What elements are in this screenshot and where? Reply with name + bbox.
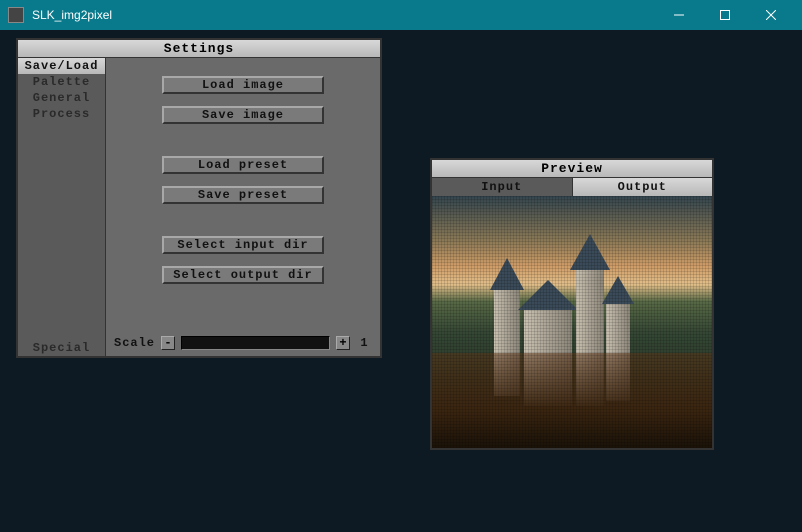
scale-value: 1 [356,336,372,350]
preview-title: Preview [432,160,712,178]
settings-main: Load image Save image Load preset Save p… [106,58,380,356]
close-button[interactable] [748,0,794,30]
preview-image [432,196,712,448]
scale-row: Scale - + 1 [114,336,372,350]
window-title: SLK_img2pixel [32,8,656,22]
settings-sidebar: Save/Load Palette General Process Specia… [18,58,106,356]
minimize-button[interactable] [656,0,702,30]
preview-panel: Preview Input Output [430,158,714,450]
app-icon [8,7,24,23]
workspace: Settings Save/Load Palette General Proce… [0,30,802,532]
sidebar-item-palette[interactable]: Palette [18,74,105,90]
settings-title: Settings [18,40,380,58]
scale-plus-button[interactable]: + [336,336,350,350]
scale-slider[interactable] [181,336,330,350]
save-preset-button[interactable]: Save preset [162,186,324,204]
tab-input[interactable]: Input [432,178,573,196]
load-preset-button[interactable]: Load preset [162,156,324,174]
sidebar-item-save-load[interactable]: Save/Load [18,58,105,74]
sidebar-item-general[interactable]: General [18,90,105,106]
maximize-button[interactable] [702,0,748,30]
select-input-dir-button[interactable]: Select input dir [162,236,324,254]
load-image-button[interactable]: Load image [162,76,324,94]
sidebar-item-special[interactable]: Special [18,340,105,356]
tab-output[interactable]: Output [573,178,713,196]
select-output-dir-button[interactable]: Select output dir [162,266,324,284]
window-titlebar: SLK_img2pixel [0,0,802,30]
settings-panel: Settings Save/Load Palette General Proce… [16,38,382,358]
scale-label: Scale [114,336,155,350]
sidebar-item-process[interactable]: Process [18,106,105,122]
save-image-button[interactable]: Save image [162,106,324,124]
preview-tabs: Input Output [432,178,712,196]
settings-body: Save/Load Palette General Process Specia… [18,58,380,356]
sidebar-spacer [18,122,105,340]
scale-minus-button[interactable]: - [161,336,175,350]
